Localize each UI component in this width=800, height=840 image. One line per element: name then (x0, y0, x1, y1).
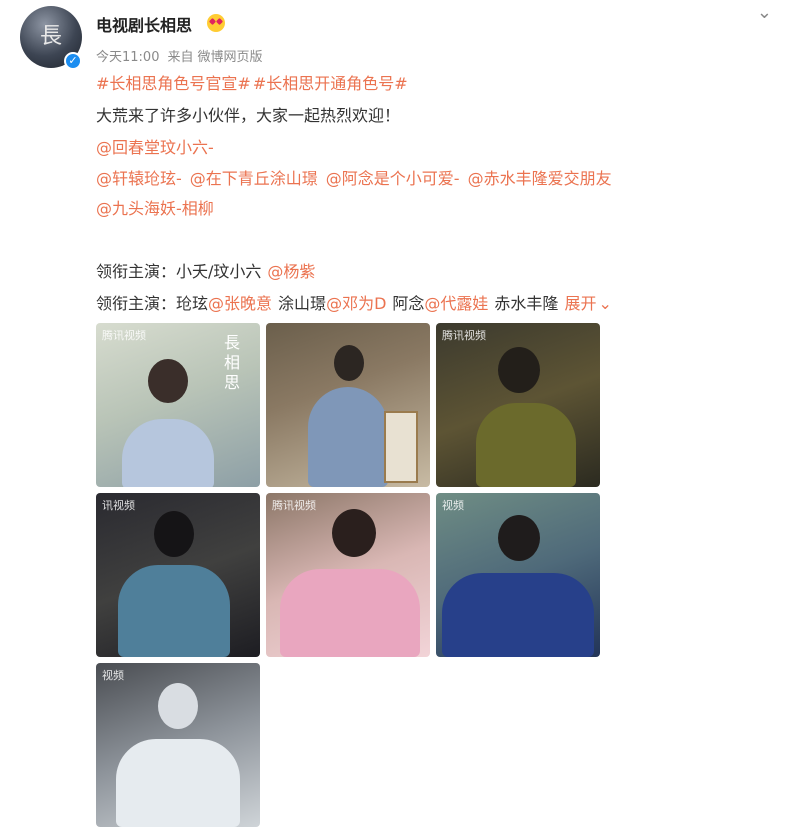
figure-silhouette (148, 359, 188, 403)
tencent-video-watermark: 腾讯视频 (442, 329, 486, 342)
expand-label: 展开 (564, 294, 597, 313)
tencent-video-watermark: 讯视频 (102, 499, 135, 512)
hashtag-link[interactable]: #长相思角色号官宣# (96, 74, 251, 93)
post-image-5[interactable]: 腾讯视频 (266, 493, 430, 657)
actor-mention-link[interactable]: @代露娃 (424, 294, 488, 313)
weibo-post: 長 ✓ 电视剧长相思 ⌄ 今天11:00 来自 微博网页版 #长相思角色号官宣# #长… (0, 0, 800, 840)
figure-silhouette (154, 511, 194, 557)
figure-silhouette (158, 683, 198, 729)
post-image-4[interactable]: 讯视频 (96, 493, 260, 657)
figure-silhouette (122, 419, 214, 487)
intro-text: 大荒来了许多小伙伴，大家一起热烈欢迎！ (96, 106, 401, 125)
verified-badge-icon: ✓ (64, 52, 82, 70)
overlay-title: 長相思 (224, 333, 241, 392)
mention-link[interactable]: @九头海妖-相柳 (96, 199, 214, 218)
tencent-video-watermark: 腾讯视频 (272, 499, 316, 512)
figure-silhouette (308, 387, 388, 487)
post-image-1[interactable]: 腾讯视频 長相思 (96, 323, 260, 487)
figure-silhouette (280, 569, 420, 657)
chevron-down-icon: ⌄ (598, 294, 612, 313)
hashtag-link[interactable]: #长相思开通角色号# (253, 74, 408, 93)
figure-silhouette (442, 573, 594, 657)
mention-link[interactable]: @回春堂玟小六- (96, 138, 214, 157)
figure-silhouette (332, 509, 376, 557)
actor-mention-link[interactable]: @杨紫 (267, 262, 315, 281)
author-name[interactable]: 电视剧长相思 (96, 12, 192, 36)
figure-silhouette (476, 403, 576, 487)
mention-link[interactable]: @在下青丘涂山璟 (190, 169, 318, 188)
mention-link[interactable]: @赤水丰隆爱交朋友 (468, 169, 612, 188)
tencent-video-watermark: 腾讯视频 (102, 329, 146, 342)
figure-silhouette (118, 565, 230, 657)
role-name: 涂山璟 (278, 294, 327, 313)
expand-button[interactable]: 展开 ⌄ (564, 294, 611, 313)
mention-line: @轩辕玱玹- @在下青丘涂山璟 @阿念是个小可爱- @赤水丰隆爱交朋友 (96, 165, 612, 189)
post-menu-chevron-down-icon[interactable]: ⌄ (757, 2, 772, 23)
role-name: 玱玹 (176, 294, 209, 313)
mention-line: @九头海妖-相柳 (96, 195, 214, 219)
hashtag-line: #长相思角色号官宣# #长相思开通角色号# (96, 70, 408, 94)
figure-silhouette (334, 345, 364, 381)
post-image-6[interactable]: 视频 (436, 493, 600, 657)
lead-cast-line-1: 领衔主演：小夭/玟小六 @杨紫 (96, 258, 315, 282)
actor-mention-link[interactable]: @张晚意 (208, 294, 272, 313)
mention-link[interactable]: @轩辕玱玹- (96, 169, 182, 188)
mention-line: @回春堂玟小六- (96, 134, 214, 158)
lead-label: 领衔主演： (96, 262, 177, 281)
figure-silhouette (498, 347, 540, 393)
post-time[interactable]: 今天11:00 (96, 50, 159, 65)
lead-cast-line-2: 领衔主演：玱玹@张晚意 涂山璟@邓为D 阿念@代露娃 赤水丰隆 展开 ⌄ (96, 290, 612, 314)
post-image-7[interactable]: 视频 (96, 663, 260, 827)
mention-link[interactable]: @阿念是个小可爱- (326, 169, 460, 188)
role-name: 赤水丰隆 (494, 294, 559, 313)
tencent-video-watermark: 视频 (442, 499, 464, 512)
role-name: 小夭/玟小六 (176, 262, 262, 281)
actor-mention-link[interactable]: @邓为D (326, 294, 386, 313)
post-meta: 今天11:00 来自 微博网页版 (96, 46, 271, 65)
post-image-2[interactable] (266, 323, 430, 487)
lead-label: 领衔主演： (96, 294, 177, 313)
heart-eyes-emoji-icon (207, 14, 225, 32)
signboard (384, 411, 418, 483)
post-image-3[interactable]: 腾讯视频 (436, 323, 600, 487)
source-prefix: 来自 (167, 50, 194, 65)
figure-silhouette (116, 739, 240, 827)
post-source: 微博网页版 (197, 50, 263, 65)
role-name: 阿念 (392, 294, 425, 313)
tencent-video-watermark: 视频 (102, 669, 124, 682)
figure-silhouette (498, 515, 540, 561)
